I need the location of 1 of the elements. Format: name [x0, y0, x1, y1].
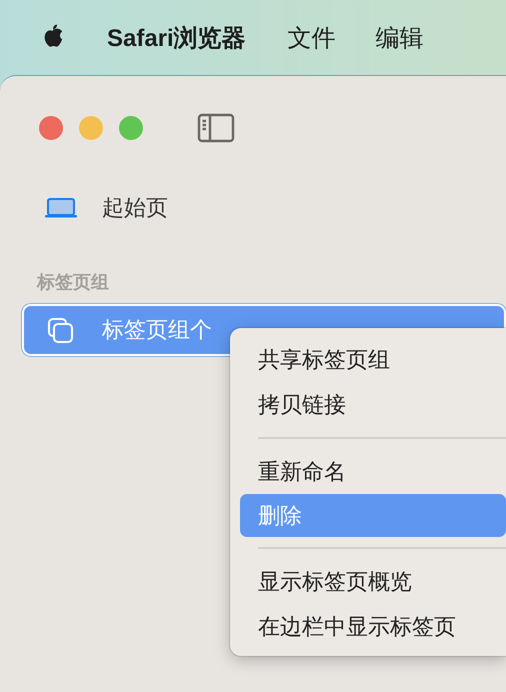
section-header: 标签页组: [37, 271, 109, 294]
